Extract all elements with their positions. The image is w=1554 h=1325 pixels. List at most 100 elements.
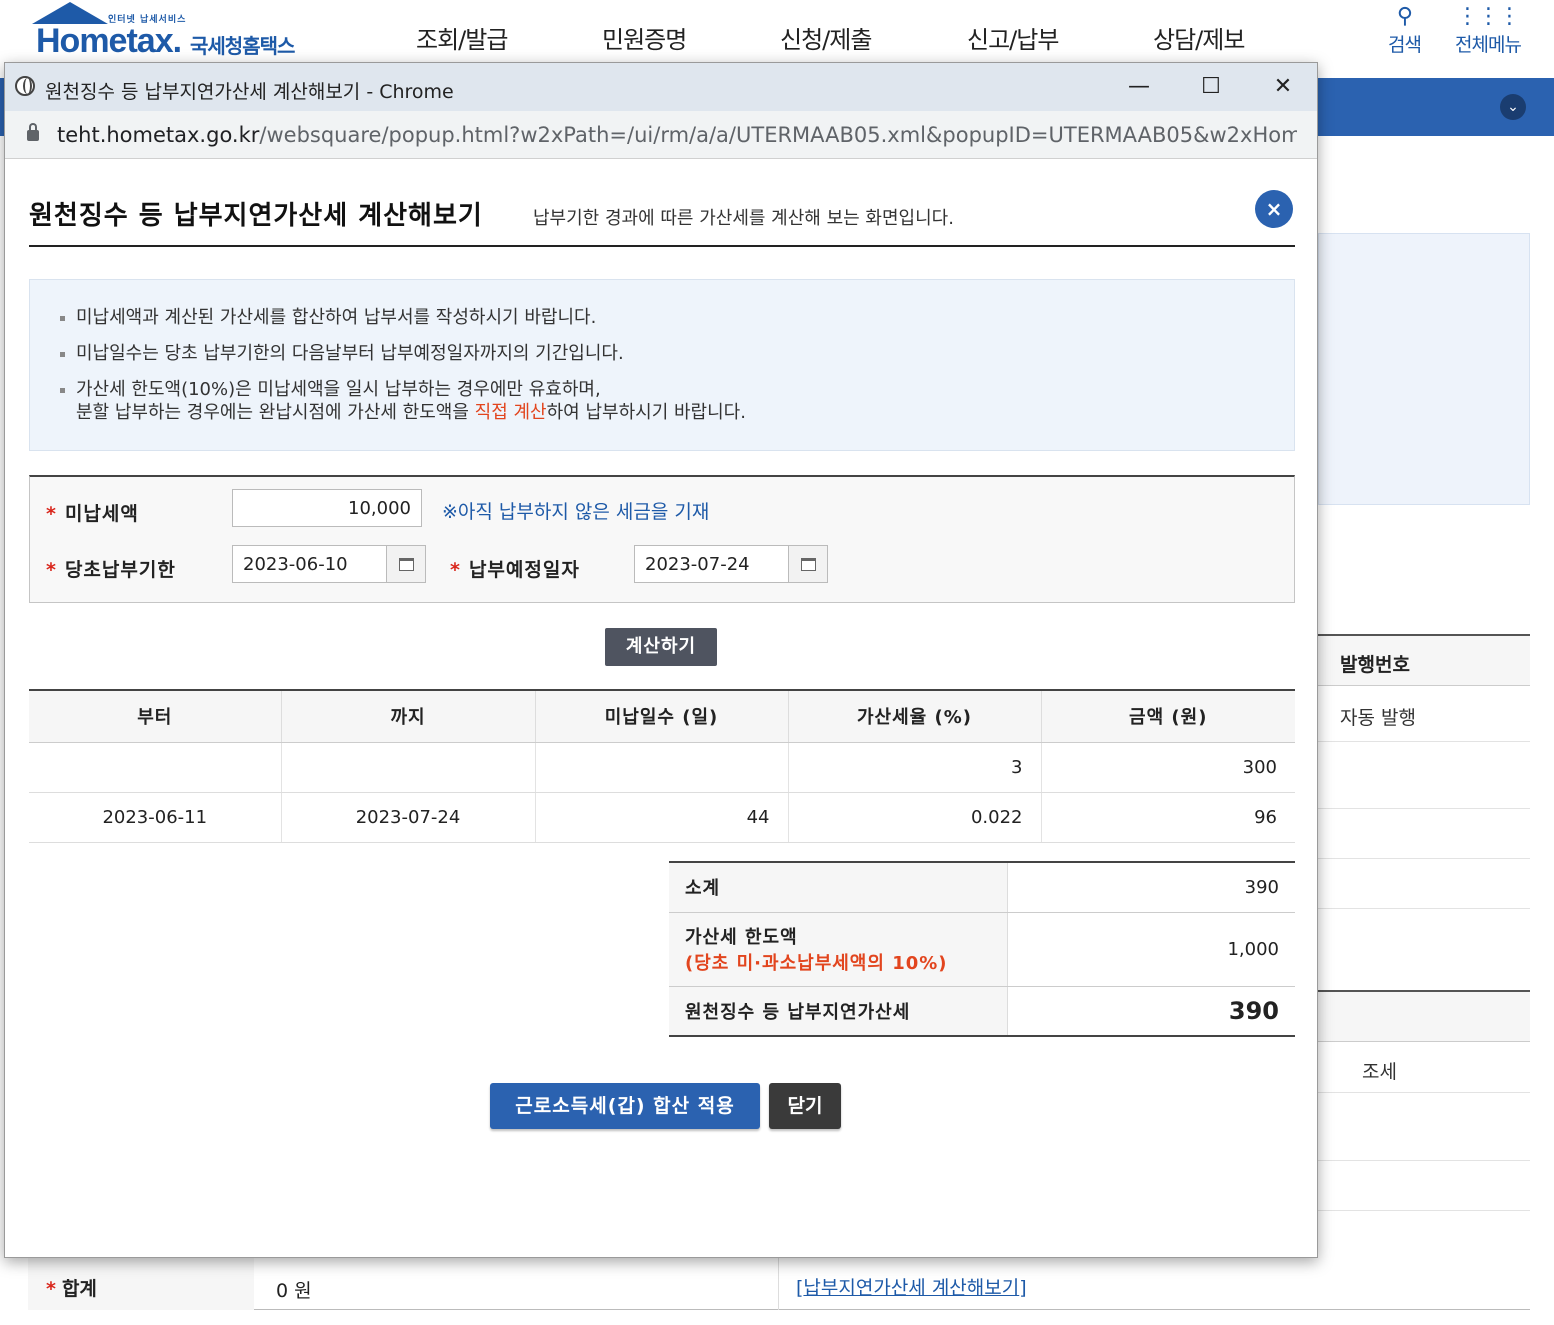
maximize-button[interactable]: ☐	[1191, 71, 1231, 103]
url-host: teht.hometax.go.kr	[57, 123, 260, 147]
bg-tax-label: 조세	[1362, 1061, 1397, 1083]
unpaid-tax-hint: ※아직 납부하지 않은 세금을 기재	[442, 501, 710, 523]
grid-menu-icon: ⋮⋮⋮	[1456, 4, 1520, 29]
cell-from	[29, 742, 282, 793]
popup-title: 원천징수 등 납부지연가산세 계산해보기	[29, 201, 483, 231]
planned-payment-label-text: 납부예정일자	[468, 559, 580, 581]
lock-icon[interactable]	[27, 123, 39, 141]
notice-text: 하여 납부하시기 바랍니다.	[546, 402, 746, 423]
logo-text: Hometax.	[36, 22, 182, 60]
background-info-box	[1318, 233, 1530, 505]
summary-table: 소계 390 가산세 한도액 (당초 미·과소납부세액의 10%) 1,000 …	[669, 861, 1295, 1037]
address-bar[interactable]: teht.hometax.go.kr/websquare/popup.html?…	[5, 111, 1317, 159]
planned-payment-label: * 납부예정일자	[450, 555, 580, 582]
bg-total-value: 0 원	[276, 1280, 312, 1302]
limit-label: 가산세 한도액	[685, 927, 798, 948]
cell-to	[281, 742, 536, 793]
cell-penalty-rate: 3	[788, 742, 1042, 793]
chevron-down-icon[interactable]: ⌄	[1500, 94, 1526, 120]
calendar-icon	[801, 558, 816, 571]
calculate-button[interactable]: 계산하기	[605, 628, 717, 666]
notice-highlight: 직접 계산	[474, 402, 547, 423]
hometax-logo[interactable]: 인터넷 납세서비스 Hometax. 국세청홈택스	[28, 2, 328, 60]
unpaid-tax-label: * 미납세액	[46, 499, 139, 526]
col-to: 까지	[281, 689, 536, 743]
site-header: 인터넷 납세서비스 Hometax. 국세청홈택스 조회/발급 민원증명 신청/…	[0, 0, 1554, 62]
nav-inquiry[interactable]: 조회/발급	[416, 20, 508, 55]
bg-divider	[1318, 1092, 1530, 1093]
original-due-calendar-button[interactable]	[386, 545, 426, 583]
subtotal-value: 390	[1007, 861, 1295, 913]
final-penalty-label: 원천징수 등 납부지연가산세	[669, 986, 1008, 1037]
notice-item: 미납일수는 당초 납부기한의 다음날부터 납부예정일자까지의 기간입니다.	[60, 336, 1294, 372]
original-due-label: * 당초납부기한	[46, 555, 176, 582]
nav-apply-submit[interactable]: 신청/제출	[780, 20, 872, 55]
bg-divider	[1318, 808, 1530, 809]
bg-divider	[1318, 908, 1530, 909]
total-label-text: 합계	[61, 1278, 97, 1300]
cell-amount: 96	[1041, 792, 1295, 843]
nav-certificates[interactable]: 민원증명	[602, 20, 687, 55]
table-row: 3 300	[29, 742, 1295, 793]
apply-to-income-tax-button[interactable]: 근로소득세(갑) 합산 적용	[490, 1083, 760, 1129]
logo-roof-icon	[32, 2, 108, 24]
notice-box: 미납세액과 계산된 가산세를 합산하여 납부서를 작성하시기 바랍니다. 미납일…	[29, 279, 1295, 451]
bg-total-label: * 합계	[28, 1258, 254, 1310]
window-title: 원천징수 등 납부지연가산세 계산해보기 - Chrome	[45, 81, 454, 103]
required-mark: *	[450, 559, 461, 581]
search-button[interactable]: ⚲ 검색	[1388, 4, 1422, 57]
bg-column-header: 발행번호	[1318, 634, 1530, 686]
popup-description: 납부기한 경과에 따른 가산세를 계산해 보는 화면입니다.	[533, 208, 954, 229]
bg-divider	[1318, 858, 1530, 859]
bg-divider	[1318, 1210, 1530, 1211]
close-button[interactable]: 닫기	[769, 1083, 841, 1129]
bg-section-header	[1318, 990, 1530, 1042]
notice-item: 미납세액과 계산된 가산세를 합산하여 납부서를 작성하시기 바랍니다.	[60, 300, 1294, 336]
window-titlebar[interactable]: 원천징수 등 납부지연가산세 계산해보기 - Chrome — ☐ ✕	[5, 63, 1317, 111]
table-header-row: 부터 까지 미납일수 (일) 가산세율 (%) 금액 (원)	[29, 689, 1295, 743]
final-penalty-value: 390	[1007, 986, 1295, 1037]
unpaid-tax-input[interactable]: 10,000	[232, 489, 422, 527]
limit-label-cell: 가산세 한도액 (당초 미·과소납부세액의 10%)	[669, 912, 1008, 987]
cell-unpaid-days: 44	[535, 792, 789, 843]
unpaid-tax-label-text: 미납세액	[64, 503, 139, 525]
subtotal-label: 소계	[669, 861, 1008, 913]
final-penalty-row: 원천징수 등 납부지연가산세 390	[669, 986, 1295, 1037]
cell-unpaid-days	[535, 742, 789, 793]
calc-penalty-link[interactable]: [납부지연가산세 계산해보기]	[796, 1273, 1027, 1300]
url-path: /websquare/popup.html?w2xPath=/ui/rm/a/a…	[259, 123, 1297, 147]
search-icon: ⚲	[1396, 4, 1413, 29]
calc-penalty-link-text[interactable]: 납부지연가산세 계산해보기	[803, 1277, 1019, 1299]
limit-value: 1,000	[1007, 912, 1295, 987]
required-mark: *	[46, 503, 57, 525]
input-form: * 미납세액 10,000 ※아직 납부하지 않은 세금을 기재 * 당초납부기한 …	[29, 475, 1295, 603]
bg-divider	[1318, 1160, 1530, 1161]
planned-payment-calendar-button[interactable]	[788, 545, 828, 583]
globe-icon	[15, 76, 35, 96]
limit-row: 가산세 한도액 (당초 미·과소납부세액의 10%) 1,000	[669, 912, 1295, 987]
col-unpaid-days: 미납일수 (일)	[535, 689, 789, 743]
col-amount: 금액 (원)	[1041, 689, 1295, 743]
col-penalty-rate: 가산세율 (%)	[788, 689, 1042, 743]
table-row: 2023-06-11 2023-07-24 44 0.022 96	[29, 792, 1295, 843]
nav-consult-report[interactable]: 상담/제보	[1153, 20, 1245, 55]
window-close-button[interactable]: ✕	[1263, 71, 1303, 103]
all-menu-label: 전체메뉴	[1455, 34, 1522, 56]
logo-korean-text: 국세청홈택스	[190, 34, 295, 58]
all-menu-button[interactable]: ⋮⋮⋮ 전체메뉴	[1455, 4, 1522, 57]
nav-report-pay[interactable]: 신고/납부	[967, 20, 1059, 55]
url-text[interactable]: teht.hometax.go.kr/websquare/popup.html?…	[57, 123, 1297, 147]
cell-to: 2023-07-24	[281, 792, 536, 843]
calendar-icon	[399, 558, 414, 571]
minimize-button[interactable]: —	[1119, 71, 1159, 103]
result-table: 부터 까지 미납일수 (일) 가산세율 (%) 금액 (원) 3 300 202…	[29, 689, 1295, 843]
original-due-date-input[interactable]: 2023-06-10	[232, 545, 388, 583]
popup-content: 원천징수 등 납부지연가산세 계산해보기 납부기한 경과에 따른 가산세를 계산…	[5, 159, 1317, 1257]
notice-item-continuation: 분할 납부하는 경우에는 완납시점에 가산세 한도액을 직접 계산하여 납부하시…	[60, 402, 1294, 424]
popup-close-icon[interactable]: ×	[1255, 190, 1293, 228]
cell-amount: 300	[1041, 742, 1295, 793]
cell-from: 2023-06-11	[29, 792, 282, 843]
planned-payment-date-input[interactable]: 2023-07-24	[634, 545, 790, 583]
popup-window: 원천징수 등 납부지연가산세 계산해보기 - Chrome — ☐ ✕ teht…	[4, 62, 1318, 1258]
cell-penalty-rate: 0.022	[788, 792, 1042, 843]
